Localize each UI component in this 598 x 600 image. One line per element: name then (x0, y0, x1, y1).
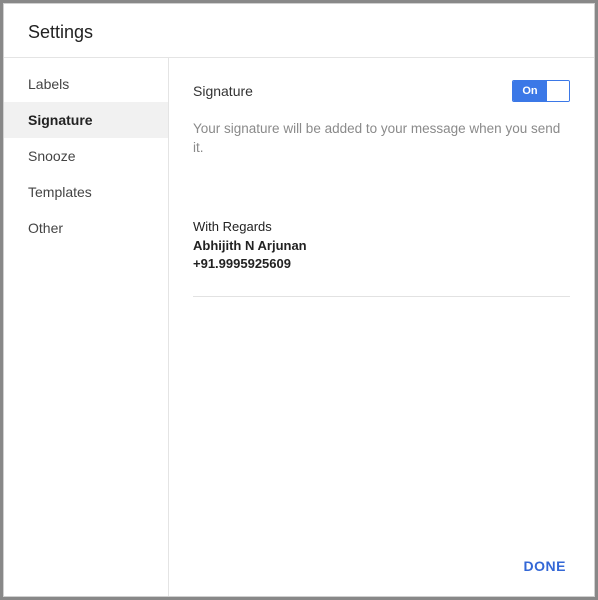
sidebar-item-templates[interactable]: Templates (4, 174, 168, 210)
page-title: Settings (28, 22, 570, 43)
sidebar-item-snooze[interactable]: Snooze (4, 138, 168, 174)
sidebar-item-signature[interactable]: Signature (4, 102, 168, 138)
sidebar-item-labels[interactable]: Labels (4, 66, 168, 102)
done-button[interactable]: DONE (520, 552, 570, 580)
toggle-on-label: On (513, 81, 547, 101)
signature-toggle[interactable]: On (512, 80, 570, 102)
signature-description: Your signature will be added to your mes… (193, 120, 570, 158)
section-title: Signature (193, 83, 253, 99)
signature-header-row: Signature On (193, 80, 570, 102)
settings-sidebar: Labels Signature Snooze Templates Other (4, 58, 169, 596)
sidebar-item-other[interactable]: Other (4, 210, 168, 246)
signature-phone: +91.9995925609 (193, 255, 570, 274)
modal-footer: DONE (193, 540, 570, 580)
signature-divider (193, 296, 570, 297)
modal-body: Labels Signature Snooze Templates Other … (4, 58, 594, 596)
toggle-knob (547, 81, 569, 101)
signature-name: Abhijith N Arjunan (193, 237, 570, 256)
modal-header: Settings (4, 4, 594, 58)
signature-greeting: With Regards (193, 218, 570, 237)
settings-modal: Settings Labels Signature Snooze Templat… (3, 3, 595, 597)
settings-content: Signature On Your signature will be adde… (169, 58, 594, 596)
signature-preview[interactable]: With Regards Abhijith N Arjunan +91.9995… (193, 218, 570, 293)
